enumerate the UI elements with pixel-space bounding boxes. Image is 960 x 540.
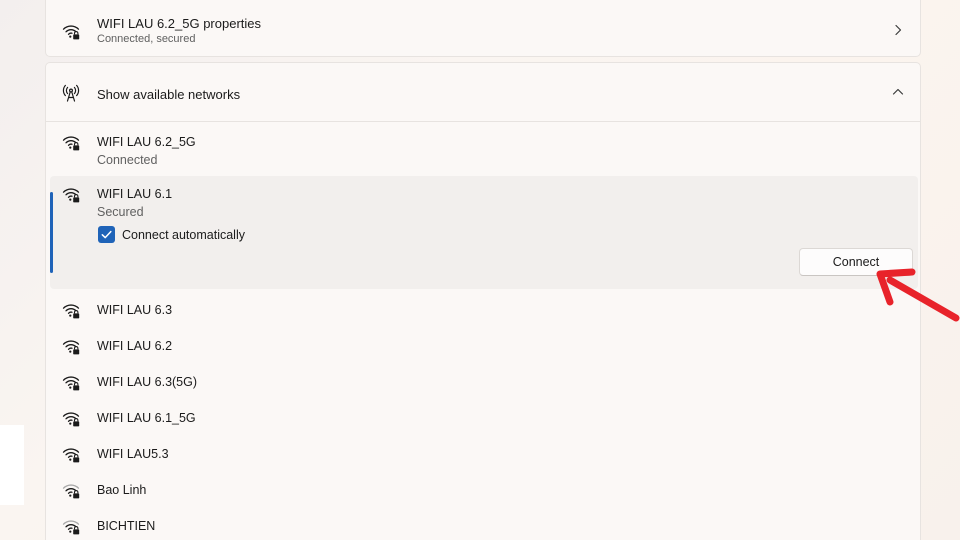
wifi-lock-icon <box>62 185 80 203</box>
wifi-weak-lock-icon <box>62 517 80 535</box>
wifi-lock-icon <box>62 373 80 391</box>
network-name: WIFI LAU 6.3(5G) <box>97 375 198 389</box>
network-status: Secured <box>97 205 144 219</box>
wifi-weak-lock-icon <box>62 481 80 499</box>
selection-accent-bar <box>50 192 53 273</box>
network-status: Connected <box>97 153 158 167</box>
network-name: WIFI LAU 6.2 <box>97 339 173 353</box>
network-name: WIFI LAU 6.3 <box>97 303 173 317</box>
properties-subtitle: Connected, secured <box>97 33 196 45</box>
network-name: Bao Linh <box>97 483 147 497</box>
network-name: WIFI LAU 6.1 <box>97 187 173 201</box>
wifi-lock-icon <box>62 22 80 40</box>
chevron-right-icon <box>892 24 904 36</box>
network-item[interactable]: WIFI LAU 6.3(5G) <box>46 364 920 400</box>
network-item[interactable]: BICHTIEN <box>46 508 920 540</box>
show-available-networks-toggle[interactable]: Show available networks <box>46 63 920 122</box>
network-properties-card[interactable]: WIFI LAU 6.2_5G properties Connected, se… <box>45 0 921 57</box>
network-item-connected[interactable]: WIFI LAU 6.2_5G Connected <box>46 124 920 174</box>
wifi-lock-icon <box>62 133 80 151</box>
available-networks-card: Show available networks WIFI LAU 6.2_5G … <box>45 62 921 540</box>
connect-automatically-label[interactable]: Connect automatically <box>122 228 245 242</box>
network-name: WIFI LAU 6.2_5G <box>97 135 196 149</box>
chevron-up-icon <box>892 86 904 98</box>
annotation-arrow <box>876 268 960 322</box>
network-item[interactable]: WIFI LAU 6.2 <box>46 328 920 364</box>
network-name: WIFI LAU 6.1_5G <box>97 411 196 425</box>
network-name: WIFI LAU5.3 <box>97 447 169 461</box>
network-item[interactable]: WIFI LAU 6.1_5G <box>46 400 920 436</box>
network-item-selected[interactable]: WIFI LAU 6.1 Secured Connect automatical… <box>50 176 918 289</box>
network-item[interactable]: WIFI LAU5.3 <box>46 436 920 472</box>
network-item[interactable]: WIFI LAU 6.3 <box>46 292 920 328</box>
network-item[interactable]: Bao Linh <box>46 472 920 508</box>
side-panel-fragment <box>0 425 24 505</box>
show-available-networks-label: Show available networks <box>97 87 241 102</box>
wifi-lock-icon <box>62 301 80 319</box>
network-name: BICHTIEN <box>97 519 156 533</box>
properties-title: WIFI LAU 6.2_5G properties <box>97 16 262 31</box>
wifi-lock-icon <box>62 337 80 355</box>
antenna-icon <box>62 84 80 102</box>
wifi-lock-icon <box>62 445 80 463</box>
connect-automatically-checkbox[interactable] <box>98 226 115 243</box>
wifi-lock-icon <box>62 409 80 427</box>
